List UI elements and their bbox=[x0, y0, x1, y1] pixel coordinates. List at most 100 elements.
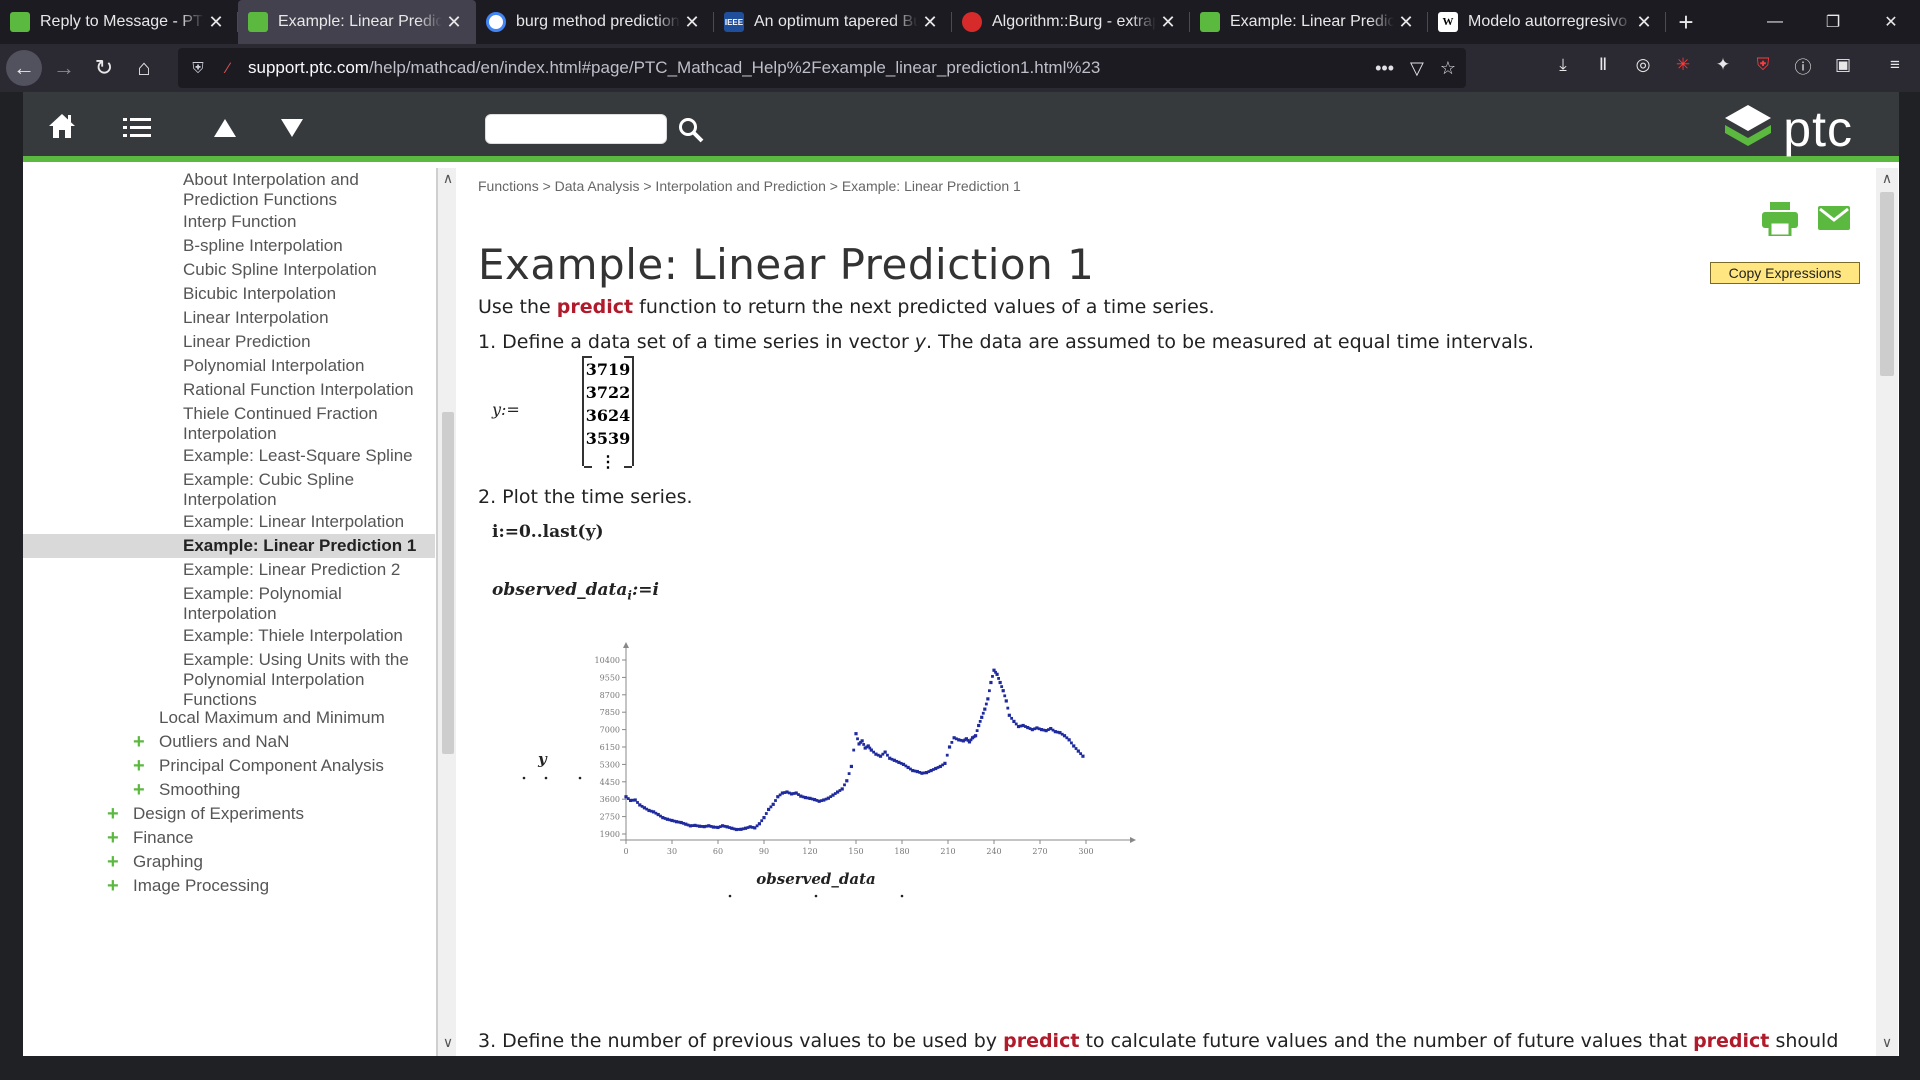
extension-red-icon[interactable]: ✳ bbox=[1670, 52, 1696, 78]
content-scroll-down-icon[interactable]: ∨ bbox=[1880, 1034, 1894, 1051]
browser-tab[interactable]: Example: Linear Prediction✕ bbox=[238, 0, 476, 44]
copy-expressions-button[interactable]: Copy Expressions bbox=[1710, 262, 1860, 284]
previous-topic-arrow-icon[interactable] bbox=[213, 118, 237, 138]
scroll-up-icon[interactable]: ∧ bbox=[441, 170, 455, 187]
shield-icon[interactable]: ⛨ bbox=[188, 60, 208, 77]
ptc-logo[interactable]: ptc bbox=[1723, 100, 1853, 158]
extension-puzzle-icon[interactable]: ✦ bbox=[1710, 52, 1736, 78]
sidebar-item[interactable]: About Interpolation and Prediction Funct… bbox=[23, 168, 435, 212]
home-icon[interactable] bbox=[47, 112, 77, 140]
browser-tab[interactable]: IEEE An optimum tapered Bu ✕ bbox=[714, 0, 952, 44]
observed-data-assign[interactable]: observed_datai:=i bbox=[492, 580, 659, 602]
bookmark-star-icon[interactable]: ☆ bbox=[1440, 58, 1456, 79]
library-icon[interactable]: Ⅱ bbox=[1590, 52, 1616, 78]
sidebar-item[interactable]: Example: Least-Square Spline bbox=[23, 444, 435, 468]
scroll-down-icon[interactable]: ∨ bbox=[441, 1034, 455, 1051]
x-tick-label: 150 bbox=[848, 847, 863, 856]
data-point bbox=[997, 677, 1000, 680]
expand-plus-icon[interactable]: + bbox=[107, 828, 119, 848]
toc-list-icon[interactable] bbox=[123, 116, 151, 140]
time-series-plot[interactable]: 1900 2750 3600 4450 5300 6150 7000 7850 8700 9550… bbox=[486, 638, 1286, 908]
expand-plus-icon[interactable]: + bbox=[107, 876, 119, 896]
account-icon[interactable]: ◎ bbox=[1630, 52, 1656, 78]
next-topic-arrow-icon[interactable] bbox=[280, 118, 304, 138]
sidebar-item[interactable]: + Principal Component Analysis bbox=[23, 754, 435, 778]
range-expression[interactable]: i:=0..last(y) bbox=[492, 522, 604, 542]
close-tab-icon[interactable]: ✕ bbox=[918, 12, 942, 33]
pocket-icon[interactable]: ▽ bbox=[1410, 58, 1424, 79]
sidebar-item[interactable]: + Graphing bbox=[23, 850, 435, 874]
sidebar-item[interactable]: + Outliers and NaN bbox=[23, 730, 435, 754]
browser-tab[interactable]: W Modelo autorregresivo ✕ bbox=[1428, 0, 1666, 44]
close-tab-icon[interactable]: ✕ bbox=[204, 12, 228, 33]
close-tab-icon[interactable]: ✕ bbox=[1394, 12, 1418, 33]
menu-icon[interactable]: ≡ bbox=[1882, 52, 1908, 78]
sidebar-scroll-thumb[interactable] bbox=[442, 412, 454, 754]
close-window-button[interactable]: ✕ bbox=[1862, 0, 1920, 44]
sidebar-item[interactable]: Example: Using Units with the Polynomial… bbox=[23, 648, 435, 712]
sidebar-item[interactable]: Example: Cubic Spline Interpolation bbox=[23, 468, 435, 512]
expand-plus-icon[interactable]: + bbox=[133, 780, 145, 800]
print-icon[interactable] bbox=[1762, 202, 1798, 236]
email-icon[interactable] bbox=[1818, 206, 1850, 230]
sidebar-item[interactable]: + Finance bbox=[23, 826, 435, 850]
download-icon[interactable]: ⤓ bbox=[1550, 52, 1576, 78]
minimize-button[interactable]: — bbox=[1746, 0, 1804, 44]
back-button[interactable]: ← bbox=[6, 50, 42, 86]
y-assign-label[interactable]: y:= bbox=[492, 400, 520, 419]
predict-keyword-2[interactable]: predict bbox=[1003, 1030, 1079, 1052]
expand-plus-icon[interactable]: + bbox=[107, 852, 119, 872]
predict-keyword[interactable]: predict bbox=[557, 296, 633, 318]
browser-tab[interactable]: Algorithm::Burg - extrap ✕ bbox=[952, 0, 1190, 44]
sidebar-item[interactable]: B-spline Interpolation bbox=[23, 234, 435, 258]
content-scrollbar[interactable]: ∧ ∨ bbox=[1876, 168, 1898, 1056]
more-actions-icon[interactable]: ••• bbox=[1375, 58, 1394, 79]
x-tick-label: 240 bbox=[986, 847, 1001, 856]
home-button[interactable]: ⌂ bbox=[126, 50, 162, 86]
forward-button[interactable]: → bbox=[46, 50, 82, 86]
extension-container-icon[interactable]: ▣ bbox=[1830, 52, 1856, 78]
intro-text-end: function to return the next predicted va… bbox=[633, 296, 1215, 318]
sidebar-item[interactable]: Polynomial Interpolation bbox=[23, 354, 435, 378]
expand-plus-icon[interactable]: + bbox=[133, 756, 145, 776]
y-vector[interactable]: 3719 3722 3624 3539 ⋮ bbox=[582, 356, 634, 471]
sidebar-item[interactable]: Example: Linear Prediction 2 bbox=[23, 558, 435, 582]
close-tab-icon[interactable]: ✕ bbox=[680, 12, 704, 33]
sidebar-item[interactable]: Linear Interpolation bbox=[23, 306, 435, 330]
sidebar-item[interactable]: Example: Linear Prediction 1 bbox=[23, 534, 435, 558]
sidebar-item[interactable]: Interp Function bbox=[23, 210, 435, 234]
breadcrumb[interactable]: Functions > Data Analysis > Interpolatio… bbox=[478, 178, 1021, 194]
sidebar-item[interactable]: Linear Prediction bbox=[23, 330, 435, 354]
browser-tab[interactable]: Reply to Message - PTC ✕ bbox=[0, 0, 238, 44]
reload-button[interactable]: ↻ bbox=[86, 50, 122, 86]
sidebar-item[interactable]: Bicubic Interpolation bbox=[23, 282, 435, 306]
restore-button[interactable]: ❐ bbox=[1804, 0, 1862, 44]
close-tab-icon[interactable]: ✕ bbox=[1156, 12, 1180, 33]
search-input[interactable] bbox=[485, 114, 667, 144]
extension-shield-icon[interactable]: ⛨ bbox=[1750, 52, 1776, 78]
search-icon[interactable] bbox=[678, 117, 704, 143]
sidebar-scrollbar[interactable]: ∧ ∨ bbox=[436, 168, 456, 1056]
expand-plus-icon[interactable]: + bbox=[133, 732, 145, 752]
sidebar-item[interactable]: + Image Processing bbox=[23, 874, 435, 898]
close-tab-icon[interactable]: ✕ bbox=[1632, 12, 1656, 33]
browser-tab[interactable]: burg method prediction ✕ bbox=[476, 0, 714, 44]
content-scroll-thumb[interactable] bbox=[1880, 192, 1894, 376]
sidebar-item[interactable]: + Smoothing bbox=[23, 778, 435, 802]
new-tab-button[interactable]: + bbox=[1666, 0, 1706, 44]
sidebar-item[interactable]: + Design of Experiments bbox=[23, 802, 435, 826]
url-bar[interactable]: ⛨ ∕ support.ptc.com/help/mathcad/en/inde… bbox=[178, 48, 1466, 88]
ptc-logo-icon bbox=[10, 12, 30, 32]
sidebar-item[interactable]: Example: Polynomial Interpolation bbox=[23, 582, 435, 626]
browser-tab[interactable]: Example: Linear Prediction✕ bbox=[1190, 0, 1428, 44]
data-point bbox=[883, 750, 887, 754]
sidebar-item[interactable]: Local Maximum and Minimum bbox=[23, 706, 435, 730]
sidebar-item[interactable]: Cubic Spline Interpolation bbox=[23, 258, 435, 282]
close-tab-icon[interactable]: ✕ bbox=[442, 12, 466, 33]
expand-plus-icon[interactable]: + bbox=[107, 804, 119, 824]
sidebar-item[interactable]: Thiele Continued Fraction Interpolation bbox=[23, 402, 435, 446]
extension-ip-icon[interactable]: ⓘ bbox=[1790, 52, 1816, 78]
predict-keyword-3[interactable]: predict bbox=[1693, 1030, 1769, 1052]
content-scroll-up-icon[interactable]: ∧ bbox=[1880, 170, 1894, 187]
insecure-lock-icon[interactable]: ∕ bbox=[218, 60, 238, 77]
